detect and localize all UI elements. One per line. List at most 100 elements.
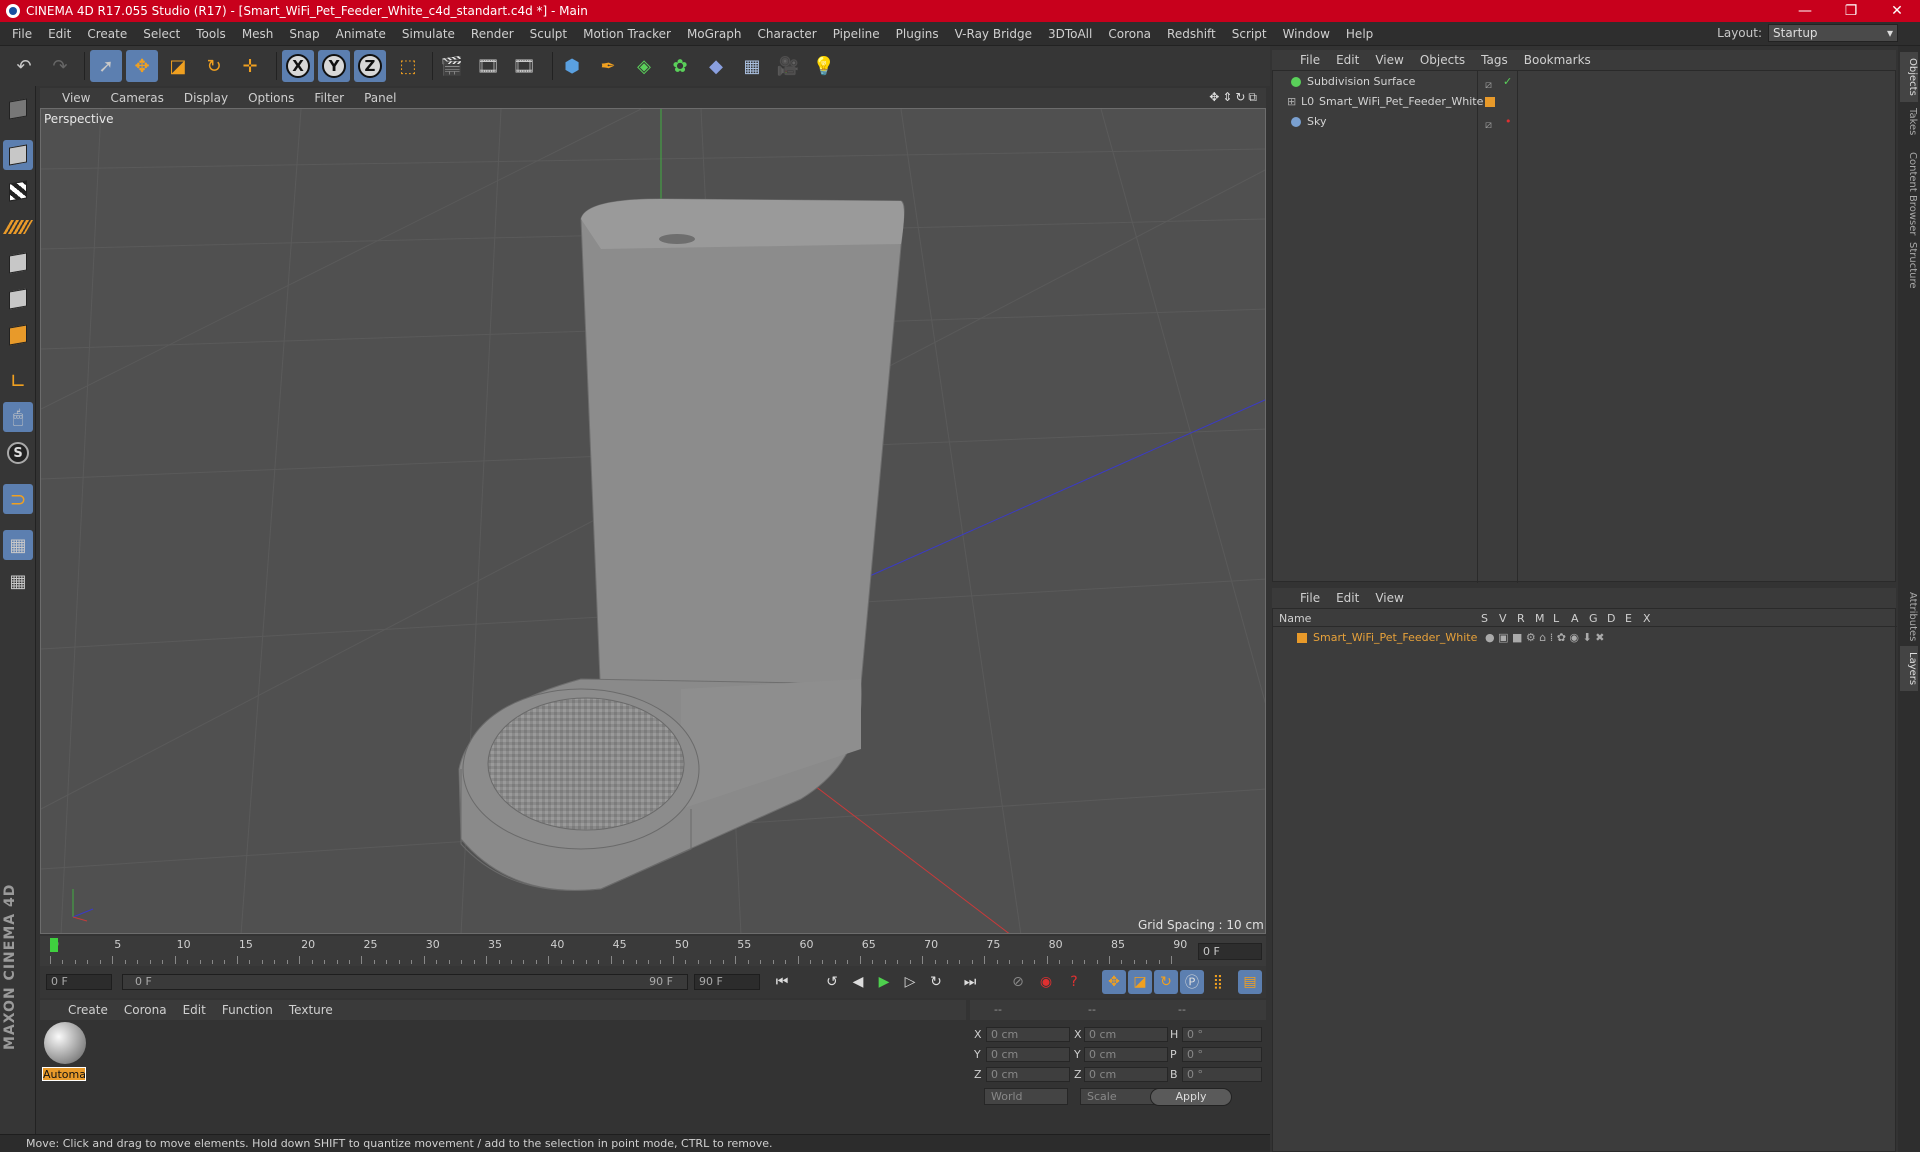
- menu-select[interactable]: Select: [135, 27, 188, 41]
- cube-primitive-icon[interactable]: ⬢: [556, 50, 588, 82]
- scale-tool-icon[interactable]: ◪: [162, 50, 194, 82]
- render-view-icon[interactable]: 🎬: [436, 50, 468, 82]
- points-mode-icon[interactable]: [3, 248, 33, 278]
- axis-mode-icon[interactable]: ∟: [3, 366, 33, 396]
- menu-sculpt[interactable]: Sculpt: [522, 27, 575, 41]
- previous-key-icon[interactable]: ↺: [820, 970, 844, 994]
- x-axis-lock-icon[interactable]: X: [282, 50, 314, 82]
- key-position-icon[interactable]: ✥: [1102, 970, 1126, 994]
- key-scale-icon[interactable]: ◪: [1128, 970, 1152, 994]
- menu-vray-bridge[interactable]: V-Ray Bridge: [947, 27, 1040, 41]
- polygons-mode-icon[interactable]: [3, 320, 33, 350]
- menu-character[interactable]: Character: [749, 27, 824, 41]
- transform-tool-icon[interactable]: ✛: [234, 50, 266, 82]
- material-menu-create[interactable]: Create: [60, 1003, 116, 1017]
- previous-frame-icon[interactable]: ◀: [846, 970, 870, 994]
- menu-redshift[interactable]: Redshift: [1159, 27, 1224, 41]
- layers-menu-file[interactable]: File: [1292, 591, 1328, 605]
- live-selection-icon[interactable]: ➚: [90, 50, 122, 82]
- menu-plugins[interactable]: Plugins: [888, 27, 947, 41]
- floor-icon[interactable]: ▦: [736, 50, 768, 82]
- viewport-menu-panel[interactable]: Panel: [354, 91, 406, 105]
- menu-mesh[interactable]: Mesh: [234, 27, 282, 41]
- disabled-dot-icon[interactable]: •: [1505, 113, 1512, 131]
- menu-script[interactable]: Script: [1224, 27, 1275, 41]
- visibility-toggle-icon[interactable]: ⧄: [1485, 116, 1492, 134]
- render-settings-icon[interactable]: 🎞: [508, 50, 540, 82]
- render-picture-viewer-icon[interactable]: 🎞: [472, 50, 504, 82]
- enabled-check-icon[interactable]: ✓: [1503, 73, 1512, 91]
- timeline-ruler[interactable]: 051015202530354045505560657075808590: [50, 936, 1200, 966]
- end-frame-field[interactable]: 90 F: [694, 974, 760, 990]
- expand-icon[interactable]: ⊞: [1287, 93, 1296, 111]
- z-axis-lock-icon[interactable]: Z: [354, 50, 386, 82]
- magnet-icon[interactable]: ⊃: [3, 484, 33, 514]
- menu-create[interactable]: Create: [79, 27, 135, 41]
- tab-layers[interactable]: Layers: [1900, 646, 1918, 692]
- menu-mograph[interactable]: MoGraph: [679, 27, 750, 41]
- material-menu-corona[interactable]: Corona: [116, 1003, 175, 1017]
- cloner-icon[interactable]: ✿: [664, 50, 696, 82]
- camera-icon[interactable]: 🎥: [772, 50, 804, 82]
- key-pla-icon[interactable]: ⣿: [1206, 970, 1230, 994]
- material-menu-edit[interactable]: Edit: [175, 1003, 214, 1017]
- position-z-field[interactable]: 0 cm: [986, 1067, 1070, 1082]
- restore-button[interactable]: ❐: [1828, 0, 1874, 22]
- menu-motion-tracker[interactable]: Motion Tracker: [575, 27, 679, 41]
- objects-menu-view[interactable]: View: [1367, 53, 1411, 67]
- planar-workplane-icon[interactable]: ▦: [3, 566, 33, 596]
- menu-help[interactable]: Help: [1338, 27, 1381, 41]
- rotation-p-field[interactable]: 0 °: [1182, 1047, 1262, 1062]
- objects-menu-edit[interactable]: Edit: [1328, 53, 1367, 67]
- object-row-subdivision-surface[interactable]: Subdivision Surface ⧄ ✓: [1273, 73, 1897, 91]
- viewport-menu-filter[interactable]: Filter: [304, 91, 354, 105]
- menu-corona[interactable]: Corona: [1100, 27, 1159, 41]
- layers-menu-edit[interactable]: Edit: [1328, 591, 1367, 605]
- tab-structure[interactable]: Structure: [1900, 236, 1918, 295]
- timeline-window-icon[interactable]: ▤: [1238, 970, 1262, 994]
- menu-render[interactable]: Render: [463, 27, 522, 41]
- coordinate-system-icon[interactable]: ⬚: [392, 50, 424, 82]
- tab-content-browser[interactable]: Content Browser: [1900, 146, 1918, 241]
- visibility-toggle-icon[interactable]: ⧄: [1485, 76, 1492, 94]
- texture-mode-icon[interactable]: [3, 176, 33, 206]
- menu-window[interactable]: Window: [1275, 27, 1338, 41]
- layer-flags-icons[interactable]: ● ▣ ■ ⚙ ⌂ ⁞ ✿ ◉ ⬇ ✖: [1485, 629, 1604, 647]
- start-frame-field[interactable]: 0 F: [46, 974, 112, 990]
- deformer-icon[interactable]: ◆: [700, 50, 732, 82]
- menu-simulate[interactable]: Simulate: [394, 27, 463, 41]
- make-editable-icon[interactable]: [3, 94, 33, 124]
- timeline[interactable]: 051015202530354045505560657075808590 0 F: [40, 936, 1266, 966]
- go-to-start-icon[interactable]: ⏮: [770, 970, 794, 994]
- menu-snap[interactable]: Snap: [281, 27, 327, 41]
- rotation-b-field[interactable]: 0 °: [1182, 1067, 1262, 1082]
- timeline-playhead[interactable]: [50, 938, 58, 952]
- objects-menu-bookmarks[interactable]: Bookmarks: [1516, 53, 1599, 67]
- apply-button[interactable]: Apply: [1150, 1088, 1232, 1106]
- autokey-icon[interactable]: ◉: [1034, 970, 1058, 994]
- viewport-nav-icons[interactable]: ✥⇕↻⧉: [1209, 90, 1260, 105]
- rotation-h-field[interactable]: 0 °: [1182, 1027, 1262, 1042]
- tab-objects[interactable]: Objects: [1900, 52, 1918, 102]
- locked-workplane-icon[interactable]: ▦: [3, 530, 33, 560]
- menu-edit[interactable]: Edit: [40, 27, 79, 41]
- key-parameter-icon[interactable]: Ⓟ: [1180, 970, 1204, 994]
- menu-pipeline[interactable]: Pipeline: [825, 27, 888, 41]
- minimize-button[interactable]: —: [1782, 0, 1828, 22]
- go-to-end-icon[interactable]: ⏭: [958, 970, 982, 994]
- rotate-tool-icon[interactable]: ↻: [198, 50, 230, 82]
- viewport-menu-display[interactable]: Display: [174, 91, 238, 105]
- tab-attributes[interactable]: Attributes: [1900, 586, 1918, 647]
- model-mode-icon[interactable]: [3, 140, 33, 170]
- record-keys-icon[interactable]: ⊘: [1006, 970, 1030, 994]
- material-menu-texture[interactable]: Texture: [281, 1003, 341, 1017]
- layer-color-icon[interactable]: [1297, 633, 1307, 643]
- current-frame-field[interactable]: 0 F: [1198, 943, 1262, 960]
- key-rotation-icon[interactable]: ↻: [1154, 970, 1178, 994]
- objects-menu-tags[interactable]: Tags: [1473, 53, 1516, 67]
- objects-menu-file[interactable]: File: [1292, 53, 1328, 67]
- viewport-menu-options[interactable]: Options: [238, 91, 304, 105]
- size-y-field[interactable]: 0 cm: [1084, 1047, 1168, 1062]
- size-x-field[interactable]: 0 cm: [1084, 1027, 1168, 1042]
- object-row-sky[interactable]: Sky ⧄ •: [1273, 113, 1897, 131]
